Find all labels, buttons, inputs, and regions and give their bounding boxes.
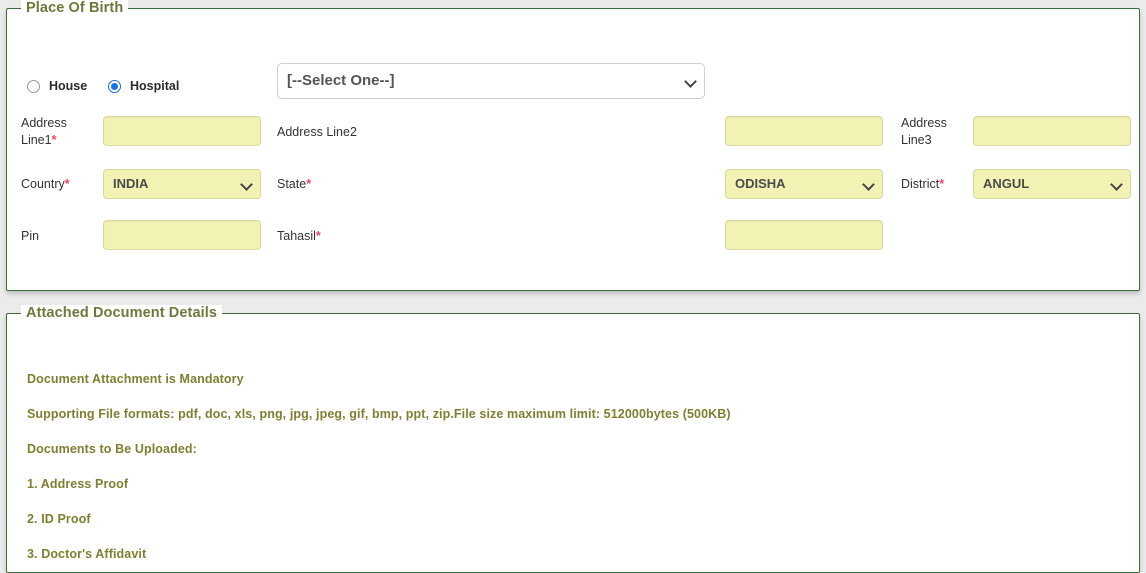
district-label: District* <box>901 177 945 191</box>
pin-input[interactable] <box>103 220 261 250</box>
note-supported-formats: Supporting File formats: pdf, doc, xls, … <box>27 407 731 421</box>
note-documents-to-upload: Documents to Be Uploaded: <box>27 442 197 456</box>
tahasil-input[interactable] <box>725 220 883 250</box>
hospital-select-value: [--Select One--] <box>287 72 395 89</box>
address-line2-input[interactable] <box>725 116 883 146</box>
chevron-down-icon <box>686 77 695 86</box>
pin-label: Pin <box>21 229 40 243</box>
required-asterisk: * <box>315 229 321 243</box>
required-asterisk: * <box>939 177 945 191</box>
state-label: State* <box>277 177 312 191</box>
required-asterisk: * <box>51 133 57 147</box>
tahasil-label: Tahasil* <box>277 229 321 243</box>
radio-hospital-dot <box>108 79 121 93</box>
place-of-birth-legend: Place Of Birth <box>21 0 129 16</box>
chevron-down-icon <box>1112 180 1121 189</box>
document-item-id-proof: 2. ID Proof <box>27 512 91 526</box>
address-line2-label: Address Line2 <box>277 125 357 139</box>
country-select[interactable]: INDIA <box>103 169 261 199</box>
attached-document-details-legend: Attached Document Details <box>21 305 223 321</box>
chevron-down-icon <box>242 180 251 189</box>
required-asterisk: * <box>306 177 312 191</box>
country-select-value: INDIA <box>113 176 149 191</box>
attached-document-details-fieldset: Attached Document Details Document Attac… <box>6 305 1140 573</box>
radio-hospital[interactable]: Hospital <box>108 79 179 93</box>
radio-house-label: House <box>49 79 88 93</box>
state-select[interactable]: ODISHA <box>725 169 883 199</box>
required-asterisk: * <box>64 177 70 191</box>
document-item-address-proof: 1. Address Proof <box>27 477 129 491</box>
radio-house-dot <box>27 79 40 93</box>
district-select[interactable]: ANGUL <box>973 169 1131 199</box>
note-attachment-mandatory: Document Attachment is Mandatory <box>27 372 244 386</box>
address-line3-label: Address Line3 <box>901 116 947 147</box>
district-select-value: ANGUL <box>983 176 1030 191</box>
form-page: Place Of Birth House Hospital [--Select … <box>0 0 1146 573</box>
state-select-value: ODISHA <box>735 176 786 191</box>
hospital-select[interactable]: [--Select One--] <box>277 63 705 99</box>
place-of-birth-fieldset: Place Of Birth House Hospital [--Select … <box>6 0 1140 291</box>
country-label: Country* <box>21 177 70 191</box>
address-line1-input[interactable] <box>103 116 261 146</box>
address-line1-label: Address Line1* <box>21 116 67 147</box>
chevron-down-icon <box>864 180 873 189</box>
address-line3-input[interactable] <box>973 116 1131 146</box>
radio-hospital-label: Hospital <box>130 79 180 93</box>
radio-house[interactable]: House <box>27 79 87 93</box>
document-item-doctors-affidavit: 3. Doctor's Affidavit <box>27 547 147 561</box>
